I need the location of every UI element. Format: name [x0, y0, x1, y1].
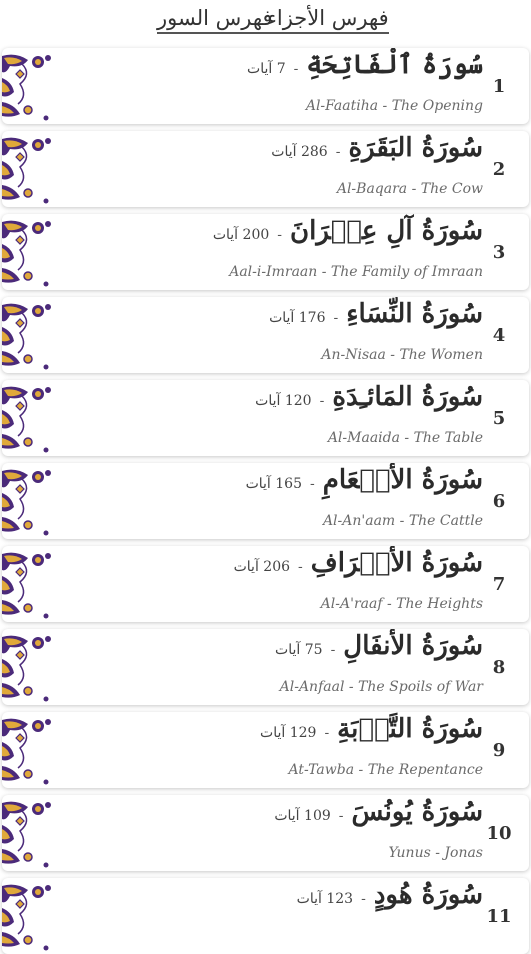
index-tabs: فهرس الأجزاء فهرس السور: [0, 0, 531, 44]
ornament-icon: [2, 137, 51, 204]
surah-number: 6: [492, 491, 506, 512]
surah-title-row: سُورَةُ الأَنۡعَامِ - 165 آيات: [246, 465, 483, 495]
surah-english-name: Yunus - Jonas: [388, 845, 483, 861]
surah-title-row: سُورَةُ هُودٍ - 123 آيات: [297, 880, 483, 910]
ayat-count: 206 آيات: [233, 559, 291, 575]
ornament-icon: [2, 220, 51, 287]
surah-card[interactable]: 9 سُورَةُ التَّوۡبَةِ - 129 آيات At-Tawb…: [2, 712, 529, 788]
surah-arabic-name: سُورَةُ البَقَرَةِ: [348, 133, 483, 163]
surah-card[interactable]: 2 سُورَةُ البَقَرَةِ - 286 آيات Al-Baqar…: [2, 131, 529, 207]
ayat-count: 120 آيات: [255, 393, 312, 409]
surah-arabic-name: سُورَةُ الأَنۡعَامِ: [322, 465, 483, 495]
surah-card[interactable]: 1 سُورَةُ ٱلْفَاتِحَةِ - 7 آيات Al-Faati…: [2, 48, 529, 124]
tab-juz-index[interactable]: فهرس الأجزاء: [267, 4, 389, 34]
ayat-count: 109 آيات: [274, 808, 331, 824]
surah-english-name: Al-Faatiha - The Opening: [305, 98, 483, 114]
surah-arabic-name: سُورَةُ ٱلْفَاتِحَةِ: [306, 50, 483, 80]
separator: -: [310, 476, 315, 492]
ornament-icon: [2, 303, 51, 370]
surah-title-row: سُورَةُ يُونُسَ - 109 آيات: [274, 797, 483, 827]
separator: -: [338, 808, 344, 824]
ornament-icon: [2, 718, 51, 785]
ayat-count: 7 آيات: [247, 61, 286, 77]
surah-card[interactable]: 10 سُورَةُ يُونُسَ - 109 آيات Yunus - Jo…: [2, 795, 529, 871]
surah-english-name: Al-An'aam - The Cattle: [322, 513, 483, 529]
surah-number: 4: [492, 325, 506, 346]
surah-english-name: Aal-i-Imraan - The Family of Imraan: [229, 264, 483, 280]
surah-title-row: سُورَةُ البَقَرَةِ - 286 آيات: [271, 133, 483, 163]
surah-arabic-name: سُورَةُ التَّوۡبَةِ: [337, 714, 483, 744]
surah-arabic-name: سُورَةُ المَائـِدَةِ: [332, 382, 483, 412]
surah-title-row: سُورَةُ آلِ عِمۡرَانَ - 200 آيات: [213, 216, 483, 246]
ornament-icon: [2, 54, 51, 121]
separator: -: [361, 891, 366, 907]
surah-number: 9: [492, 740, 506, 761]
ornament-icon: [2, 801, 51, 868]
surah-title-row: سُورَةُ ٱلْفَاتِحَةِ - 7 آيات: [247, 50, 483, 80]
surah-title-row: سُورَةُ النِّسَاءِ - 176 آيات: [269, 299, 483, 329]
surah-title-row: سُورَةُ التَّوۡبَةِ - 129 آيات: [260, 714, 483, 744]
surah-number: 1: [492, 76, 506, 97]
ayat-count: 75 آيات: [275, 642, 323, 658]
ayat-count: 129 آيات: [260, 725, 317, 741]
surah-number: 11: [486, 906, 512, 927]
ornament-icon: [2, 469, 51, 536]
surah-english-name: Al-Maaida - The Table: [327, 430, 483, 446]
separator: -: [333, 310, 339, 326]
ayat-count: 200 آيات: [212, 227, 270, 243]
surah-number: 10: [486, 823, 512, 844]
surah-title-row: سُورَةُ الأَعۡرَافِ - 206 آيات: [234, 548, 483, 578]
ayat-count: 165 آيات: [245, 476, 302, 492]
surah-arabic-name: سُورَةُ النِّسَاءِ: [346, 299, 483, 329]
separator: -: [335, 144, 341, 160]
surah-number: 3: [492, 242, 506, 263]
separator: -: [324, 725, 330, 741]
surah-arabic-name: سُورَةُ آلِ عِمۡرَانَ: [290, 216, 483, 246]
surah-number: 2: [492, 159, 506, 180]
surah-card[interactable]: 8 سُورَةُ الأَنفَالِ - 75 آيات Al-Anfaal…: [2, 629, 529, 705]
separator: -: [298, 559, 303, 575]
surah-title-row: سُورَةُ الأَنفَالِ - 75 آيات: [275, 631, 483, 661]
separator: -: [277, 227, 282, 243]
surah-english-name: Al-Anfaal - The Spoils of War: [279, 679, 483, 695]
surah-arabic-name: سُورَةُ الأَعۡرَافِ: [310, 548, 483, 578]
ornament-icon: [2, 386, 51, 453]
ayat-count: 176 آيات: [269, 310, 326, 326]
surah-card[interactable]: 11 سُورَةُ هُودٍ - 123 آيات: [2, 878, 529, 954]
surah-card[interactable]: 3 سُورَةُ آلِ عِمۡرَانَ - 200 آيات Aal-i…: [2, 214, 529, 290]
surah-card[interactable]: 5 سُورَةُ المَائـِدَةِ - 120 آيات Al-Maa…: [2, 380, 529, 456]
surah-arabic-name: سُورَةُ هُودٍ: [373, 880, 483, 910]
ayat-count: 123 آيات: [296, 891, 354, 907]
separator: -: [293, 61, 299, 77]
ayat-count: 286 آيات: [271, 144, 328, 160]
separator: -: [330, 642, 336, 658]
ornament-icon: [2, 552, 51, 619]
tab-surah-index[interactable]: فهرس السور: [157, 4, 273, 34]
surah-english-name: An-Nisaa - The Women: [321, 347, 483, 363]
surah-english-name: Al-Baqara - The Cow: [336, 181, 483, 197]
surah-card[interactable]: 7 سُورَةُ الأَعۡرَافِ - 206 آيات Al-A'ra…: [2, 546, 529, 622]
surah-arabic-name: سُورَةُ يُونُسَ: [351, 797, 484, 827]
surah-number: 7: [492, 574, 506, 595]
surah-number: 8: [492, 657, 506, 678]
surah-card[interactable]: 6 سُورَةُ الأَنۡعَامِ - 165 آيات Al-An'a…: [2, 463, 529, 539]
ornament-icon: [2, 884, 51, 951]
surah-card[interactable]: 4 سُورَةُ النِّسَاءِ - 176 آيات An-Nisaa…: [2, 297, 529, 373]
surah-arabic-name: سُورَةُ الأَنفَالِ: [343, 631, 483, 661]
surah-english-name: At-Tawba - The Repentance: [288, 762, 483, 778]
surah-number: 5: [492, 408, 506, 429]
separator: -: [319, 393, 325, 409]
surah-english-name: Al-A'raaf - The Heights: [320, 596, 483, 612]
ornament-icon: [2, 635, 51, 702]
surah-title-row: سُورَةُ المَائـِدَةِ - 120 آيات: [255, 382, 483, 412]
